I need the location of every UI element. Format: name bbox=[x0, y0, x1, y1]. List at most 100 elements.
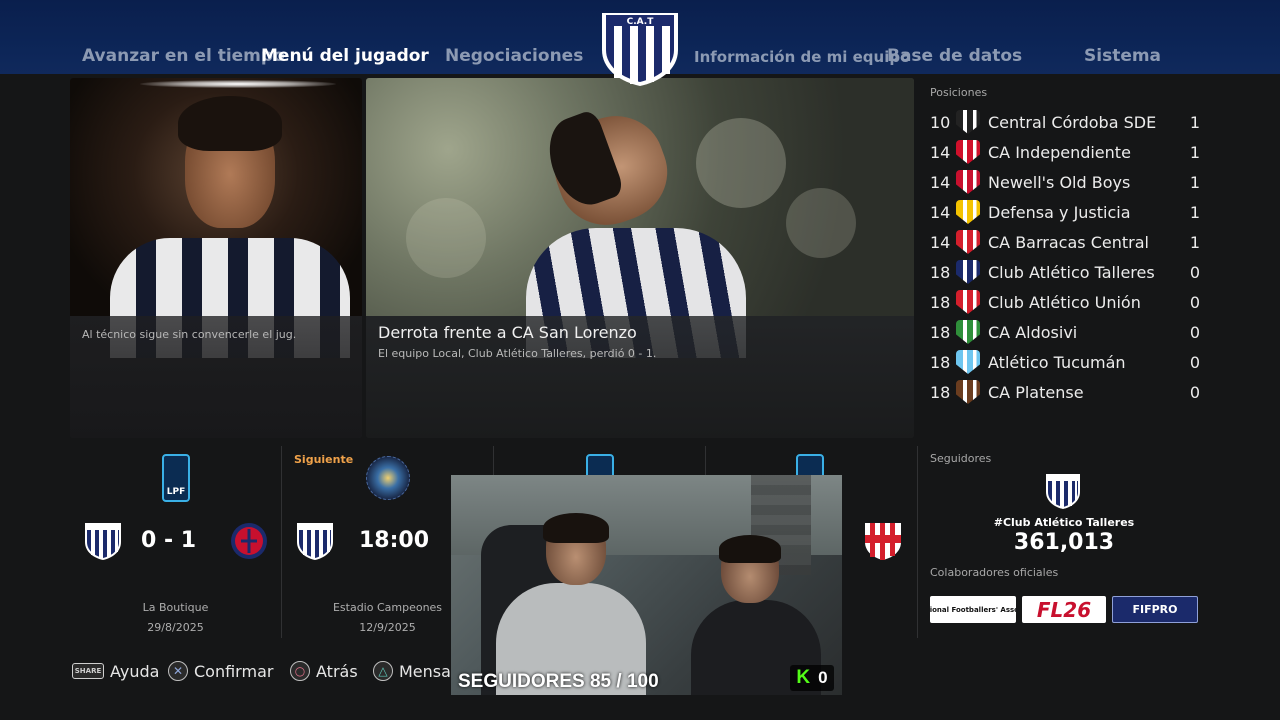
standing-points: 1 bbox=[1189, 172, 1200, 192]
standing-team: CA Platense bbox=[988, 382, 1084, 402]
standing-points: 0 bbox=[1189, 292, 1200, 312]
date-last: 29/8/2025 bbox=[147, 621, 204, 634]
standing-points: 0 bbox=[1189, 352, 1200, 372]
standing-rank: 14 bbox=[930, 142, 951, 162]
hint-help-label: Ayuda bbox=[110, 661, 160, 681]
standing-rank: 18 bbox=[930, 352, 951, 372]
partner-fifpro-logo: FIFPRO bbox=[1112, 596, 1198, 623]
nav-sistema[interactable]: Sistema bbox=[1084, 46, 1161, 66]
standing-points: 1 bbox=[1189, 142, 1200, 162]
standing-row[interactable]: 18 CA Platense 0 bbox=[930, 378, 1200, 406]
kick-viewer-count: 0 bbox=[818, 668, 828, 687]
standing-team: Atlético Tucumán bbox=[988, 352, 1126, 372]
standing-row[interactable]: 14 Newell's Old Boys 1 bbox=[930, 168, 1200, 196]
standing-rank: 14 bbox=[930, 232, 951, 252]
nav-base-datos[interactable]: Base de datos bbox=[887, 46, 1022, 66]
nav-menu-jugador[interactable]: Menú del jugador bbox=[261, 46, 429, 66]
news-headline: Derrota frente a CA San Lorenzo bbox=[378, 323, 637, 342]
followers-label: Seguidores bbox=[930, 452, 992, 465]
nav-info-equipo[interactable]: Información de mi equipo bbox=[694, 48, 910, 66]
independiente-crest-icon bbox=[956, 140, 980, 164]
standing-team: CA Aldosivi bbox=[988, 322, 1078, 342]
union-crest-icon bbox=[956, 290, 980, 314]
news-caption: Al técnico sigue sin convencerle el jug. bbox=[82, 328, 297, 341]
next-label: Siguiente bbox=[294, 453, 354, 466]
news-card-match[interactable]: Derrota frente a CA San Lorenzo El equip… bbox=[366, 78, 914, 438]
standing-team: Defensa y Justicia bbox=[988, 202, 1131, 222]
followers-club: #Club Atlético Talleres bbox=[993, 516, 1135, 529]
standing-points: 1 bbox=[1189, 232, 1200, 252]
followers-count: 361,013 bbox=[1013, 530, 1115, 555]
kick-viewers-badge: K 0 bbox=[790, 665, 834, 691]
talleres-crest-icon bbox=[297, 523, 333, 560]
match-photo bbox=[366, 78, 914, 358]
lpf-logo-icon: LPF bbox=[162, 454, 190, 502]
standing-rank: 18 bbox=[930, 382, 951, 402]
crest-text: C.A.T bbox=[627, 17, 655, 27]
standing-row[interactable]: 14 CA Barracas Central 1 bbox=[930, 228, 1200, 256]
standings-header: Posiciones bbox=[930, 86, 988, 99]
cup-logo-icon bbox=[366, 456, 410, 500]
standing-rank: 10 bbox=[930, 112, 951, 132]
standing-team: Newell's Old Boys bbox=[988, 172, 1131, 192]
nav-avanzar[interactable]: Avanzar en el tiempo bbox=[82, 46, 285, 66]
hint-back[interactable]: ○ Atrás bbox=[290, 660, 358, 682]
triangle-button-icon: △ bbox=[373, 661, 393, 681]
standing-team: Central Córdoba SDE bbox=[988, 112, 1157, 132]
aldosivi-crest-icon bbox=[956, 320, 980, 344]
hint-help[interactable]: SHARE Ayuda bbox=[72, 660, 159, 682]
fixture-last[interactable]: LPF 0 - 1 La Boutique 29/8/2025 bbox=[70, 446, 281, 642]
standing-team: Club Atlético Talleres bbox=[988, 262, 1155, 282]
kick-logo-icon: K bbox=[796, 667, 811, 688]
score-last: 0 - 1 bbox=[141, 528, 197, 553]
defensa-crest-icon bbox=[956, 200, 980, 224]
talleres-crest-icon bbox=[1046, 474, 1080, 509]
standing-points: 1 bbox=[1189, 112, 1200, 132]
standing-rank: 14 bbox=[930, 172, 951, 192]
venue-last: La Boutique bbox=[142, 601, 209, 614]
standing-row[interactable]: 18 CA Aldosivi 0 bbox=[930, 318, 1200, 346]
instituto-crest-icon bbox=[865, 523, 901, 560]
partners-label: Colaboradores oficiales bbox=[930, 566, 1059, 579]
webcam-overlay: SEGUIDORES 85 / 100 K 0 bbox=[451, 475, 842, 695]
player-portrait-photo bbox=[70, 78, 362, 358]
standing-row[interactable]: 14 Defensa y Justicia 1 bbox=[930, 198, 1200, 226]
hint-messages-label: Mensa bbox=[399, 661, 451, 681]
standing-rank: 18 bbox=[930, 322, 951, 342]
hint-confirm[interactable]: ✕ Confirmar bbox=[168, 660, 273, 682]
standing-row[interactable]: 18 Club Atlético Unión 0 bbox=[930, 288, 1200, 316]
hint-back-label: Atrás bbox=[316, 661, 358, 681]
standing-rank: 18 bbox=[930, 292, 951, 312]
standing-row[interactable]: 18 Club Atlético Talleres 0 bbox=[930, 258, 1200, 286]
platense-crest-icon bbox=[956, 380, 980, 404]
standing-row[interactable]: 10 Central Córdoba SDE 1 bbox=[930, 108, 1200, 136]
central-cordoba-crest-icon bbox=[956, 110, 980, 134]
nav-negociaciones[interactable]: Negociaciones bbox=[445, 46, 583, 66]
hint-confirm-label: Confirmar bbox=[194, 661, 274, 681]
partner-pfa-logo: Professional Footballers' Association bbox=[930, 596, 1016, 623]
kickoff-time: 18:00 bbox=[359, 528, 430, 553]
partner-fl26-logo: FL26 bbox=[1022, 596, 1106, 623]
standing-team: Club Atlético Unión bbox=[988, 292, 1141, 312]
talleres-crest-icon bbox=[956, 260, 980, 284]
barracas-crest-icon bbox=[956, 230, 980, 254]
newells-crest-icon bbox=[956, 170, 980, 194]
talleres-crest-icon: C.A.T bbox=[602, 13, 678, 86]
standing-team: CA Independiente bbox=[988, 142, 1131, 162]
standing-points: 0 bbox=[1189, 262, 1200, 282]
standing-row[interactable]: 18 Atlético Tucumán 0 bbox=[930, 348, 1200, 376]
standing-points: 1 bbox=[1189, 202, 1200, 222]
cross-button-icon: ✕ bbox=[168, 661, 188, 681]
san-lorenzo-crest-icon bbox=[231, 523, 267, 559]
standing-rank: 18 bbox=[930, 262, 951, 282]
standing-row[interactable]: 14 CA Independiente 1 bbox=[930, 138, 1200, 166]
stream-followers-goal: SEGUIDORES 85 / 100 bbox=[458, 671, 659, 692]
talleres-crest-icon bbox=[85, 523, 121, 560]
standing-rank: 14 bbox=[930, 202, 951, 222]
circle-button-icon: ○ bbox=[290, 661, 310, 681]
standing-points: 0 bbox=[1189, 322, 1200, 342]
news-card-coach[interactable]: Al técnico sigue sin convencerle el jug. bbox=[70, 78, 362, 438]
hint-messages[interactable]: △ Mensa bbox=[373, 660, 451, 682]
standing-points: 0 bbox=[1189, 382, 1200, 402]
news-subtext: El equipo Local, Club Atlético Talleres,… bbox=[378, 347, 657, 360]
